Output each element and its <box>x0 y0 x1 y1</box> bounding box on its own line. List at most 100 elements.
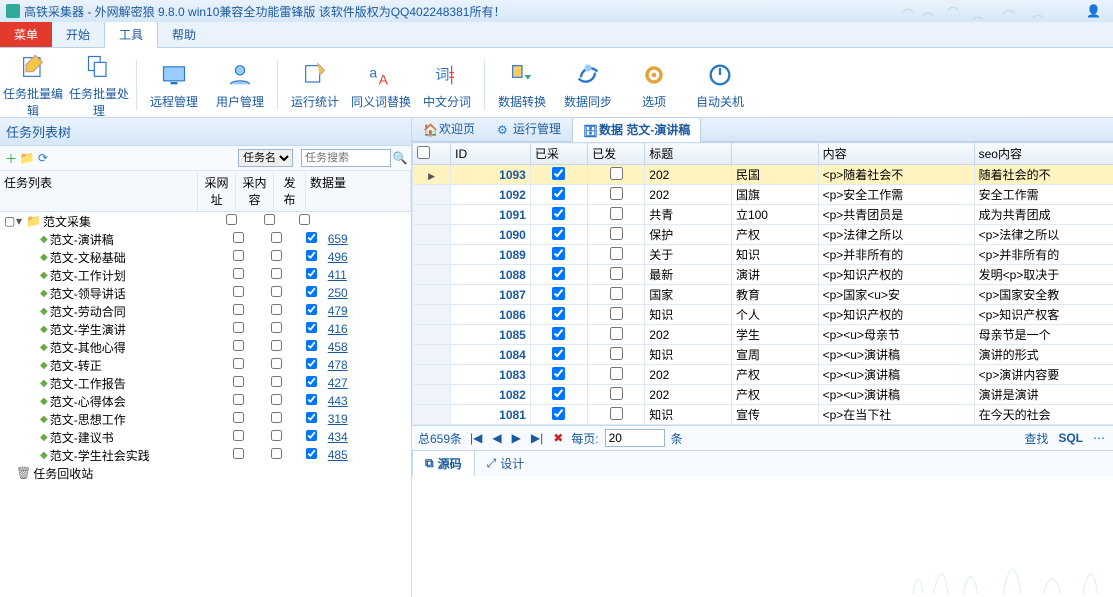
first-page[interactable]: |◀ <box>468 431 484 445</box>
menu-2[interactable]: 工具 <box>104 21 158 48</box>
tree-row[interactable]: ◆范文-思想工作319 <box>0 410 411 428</box>
tree-row[interactable]: 🗑任务回收站 <box>0 464 411 482</box>
menu-1[interactable]: 开始 <box>52 22 104 47</box>
pager: 总659条 |◀ ◀ ▶ ▶| ✖ 每页: 条 查找 SQL ⋯ <box>412 425 1113 450</box>
convert-icon <box>506 59 538 91</box>
tree-row[interactable]: ◆范文-演讲稿659 <box>0 230 411 248</box>
add-icon[interactable]: ＋ <box>4 151 18 165</box>
per-input[interactable] <box>605 429 665 447</box>
gear-icon: ⚙ <box>497 123 509 135</box>
user-icon[interactable]: 👤 <box>1086 4 1101 18</box>
subtab-设计[interactable]: ⤢设计 <box>475 451 537 476</box>
code-icon: ⧉ <box>425 456 434 471</box>
refresh-icon[interactable]: ⟳ <box>36 151 50 165</box>
table-row[interactable]: 1093202民国<p>随着社会不随着社会的不http:演讲稿https://w… <box>413 165 1113 185</box>
tab-home[interactable]: 🏠欢迎页 <box>412 116 486 141</box>
synonym-icon: aA <box>365 59 397 91</box>
svg-text:A: A <box>379 71 389 87</box>
folder-icon[interactable]: 📁 <box>20 151 34 165</box>
more-button[interactable]: ⋯ <box>1091 431 1107 445</box>
remote-icon <box>158 59 190 91</box>
tree-row[interactable]: ◆范文-转正478 <box>0 356 411 374</box>
sql-button[interactable]: SQL <box>1056 431 1085 445</box>
table-row[interactable]: 1085202学生<p><u>母亲节母亲节是一个http:母亲节https://… <box>413 325 1113 345</box>
right-panel: 🏠欢迎页⚙运行管理🗄数据 范文-演讲稿 ID已采已发标题内容seo内容缩略图ta… <box>412 118 1113 597</box>
col-5[interactable] <box>731 143 818 165</box>
sync-button[interactable]: 数据同步 <box>555 59 621 110</box>
grid-wrap[interactable]: ID已采已发标题内容seo内容缩略图tagPageUrl1093202民国<p>… <box>412 142 1113 425</box>
table-row[interactable]: 1092202国旗<p>安全工作需安全工作需演讲稿https://www <box>413 185 1113 205</box>
remote-button[interactable]: 远程管理 <box>141 59 207 110</box>
users-button[interactable]: 用户管理 <box>207 59 273 110</box>
search-icon[interactable]: 🔍 <box>393 151 407 165</box>
col-6[interactable]: 内容 <box>818 143 974 165</box>
tree-row[interactable]: ◆范文-学生演讲416 <box>0 320 411 338</box>
col-0[interactable] <box>413 143 451 165</box>
next-page[interactable]: ▶ <box>510 431 523 445</box>
options-button[interactable]: 选项 <box>621 59 687 110</box>
title-bar: 高铁采集器 - 外网解密狼 9.8.0 win10兼容全功能雷锋版 该软件版权为… <box>0 0 1113 22</box>
tree-body: ▢▾📁范文采集◆范文-演讲稿659◆范文-文秘基础496◆范文-工作计划411◆… <box>0 212 411 597</box>
stop-page[interactable]: ✖ <box>551 431 565 445</box>
tree-row[interactable]: ◆范文-建议书434 <box>0 428 411 446</box>
menu-3[interactable]: 帮助 <box>158 22 210 47</box>
table-row[interactable]: 1090保护产权<p>法律之所以<p>法律之所以演讲稿https://www <box>413 225 1113 245</box>
prev-page[interactable]: ◀ <box>490 431 503 445</box>
table-row[interactable]: 1082202产权<p><u>演讲稿演讲是演讲演讲稿https://www <box>413 385 1113 405</box>
per-unit: 条 <box>671 430 683 447</box>
tree-row[interactable]: ▢▾📁范文采集 <box>0 212 411 230</box>
convert-button[interactable]: 数据转换 <box>489 59 555 110</box>
tree-search-input[interactable] <box>301 149 391 167</box>
find-button[interactable]: 查找 <box>1022 430 1050 447</box>
editor-area[interactable] <box>412 476 1113 597</box>
last-page[interactable]: ▶| <box>529 431 545 445</box>
synonym-button[interactable]: aA同义词替换 <box>348 59 414 110</box>
app-icon <box>6 4 20 18</box>
segment-button[interactable]: 词中文分词 <box>414 59 480 110</box>
table-row[interactable]: 1089关于知识<p>并非所有的<p>并非所有的演讲稿https://www <box>413 245 1113 265</box>
table-row[interactable]: 1088最新演讲<p>知识产权的发明<p>取决于演讲稿https://www <box>413 265 1113 285</box>
options-icon <box>638 59 670 91</box>
table-row[interactable]: 1084知识宣周<p><u>演讲稿演讲的形式演讲稿https://www <box>413 345 1113 365</box>
tree-row[interactable]: ◆范文-工作报告427 <box>0 374 411 392</box>
stats-button[interactable]: 运行统计 <box>282 59 348 110</box>
tree-row[interactable]: ◆范文-其他心得458 <box>0 338 411 356</box>
menu-0[interactable]: 菜单 <box>0 22 52 47</box>
table-row[interactable]: 1083202产权<p><u>演讲稿<p>演讲内容要知识产https://www <box>413 365 1113 385</box>
table-row[interactable]: 1087国家教育<p>国家<u>安<p>国家安全教http:演讲稿https:/… <box>413 285 1113 305</box>
users-icon <box>224 59 256 91</box>
db-icon: 🗄 <box>583 124 595 136</box>
tree-row[interactable]: ◆范文-学生社会实践485 <box>0 446 411 464</box>
batch-edit-button[interactable]: 任务批量编辑 <box>0 51 66 119</box>
batch-run-button[interactable]: 任务批量处理 <box>66 51 132 119</box>
tree-row[interactable]: ◆范文-文秘基础496 <box>0 248 411 266</box>
segment-icon: 词 <box>431 59 463 91</box>
svg-text:a: a <box>369 64 377 80</box>
tree-row[interactable]: ◆范文-劳动合同479 <box>0 302 411 320</box>
col-4[interactable]: 标题 <box>645 143 732 165</box>
col-7[interactable]: seo内容 <box>974 143 1113 165</box>
shutdown-button[interactable]: 自动关机 <box>687 59 753 110</box>
data-grid: ID已采已发标题内容seo内容缩略图tagPageUrl1093202民国<p>… <box>412 142 1113 425</box>
code-icon: ⤢ <box>487 456 497 471</box>
tab-db[interactable]: 🗄数据 范文-演讲稿 <box>572 117 701 142</box>
tree-row[interactable]: ◆范文-领导讲话250 <box>0 284 411 302</box>
col-2[interactable]: 已采 <box>530 143 587 165</box>
shutdown-icon <box>704 59 736 91</box>
toolbar: 任务批量编辑任务批量处理远程管理用户管理运行统计aA同义词替换词中文分词数据转换… <box>0 48 1113 118</box>
search-type-select[interactable]: 任务名 <box>238 149 293 167</box>
col-3[interactable]: 已发 <box>588 143 645 165</box>
table-row[interactable]: 1081知识宣传<p>在当下社在今天的社会演讲稿https://www <box>413 405 1113 425</box>
subtab-源码[interactable]: ⧉源码 <box>412 450 475 476</box>
col-1[interactable]: ID <box>451 143 531 165</box>
tree-header: 任务列表 采网址 采内容 发布 数据量 <box>0 171 411 212</box>
per-label: 每页: <box>571 430 598 447</box>
tree-row[interactable]: ◆范文-心得体会443 <box>0 392 411 410</box>
batch-edit-icon <box>17 51 49 83</box>
table-row[interactable]: 1091共青立100<p>共青团员是成为共青团成共青团https://www <box>413 205 1113 225</box>
table-row[interactable]: 1086知识个人<p>知识产权的<p>知识产权客演讲稿https://www <box>413 305 1113 325</box>
tab-gear[interactable]: ⚙运行管理 <box>486 116 572 141</box>
menu-bar: 菜单开始工具帮助 <box>0 22 1113 48</box>
sync-icon <box>572 59 604 91</box>
tree-row[interactable]: ◆范文-工作计划411 <box>0 266 411 284</box>
